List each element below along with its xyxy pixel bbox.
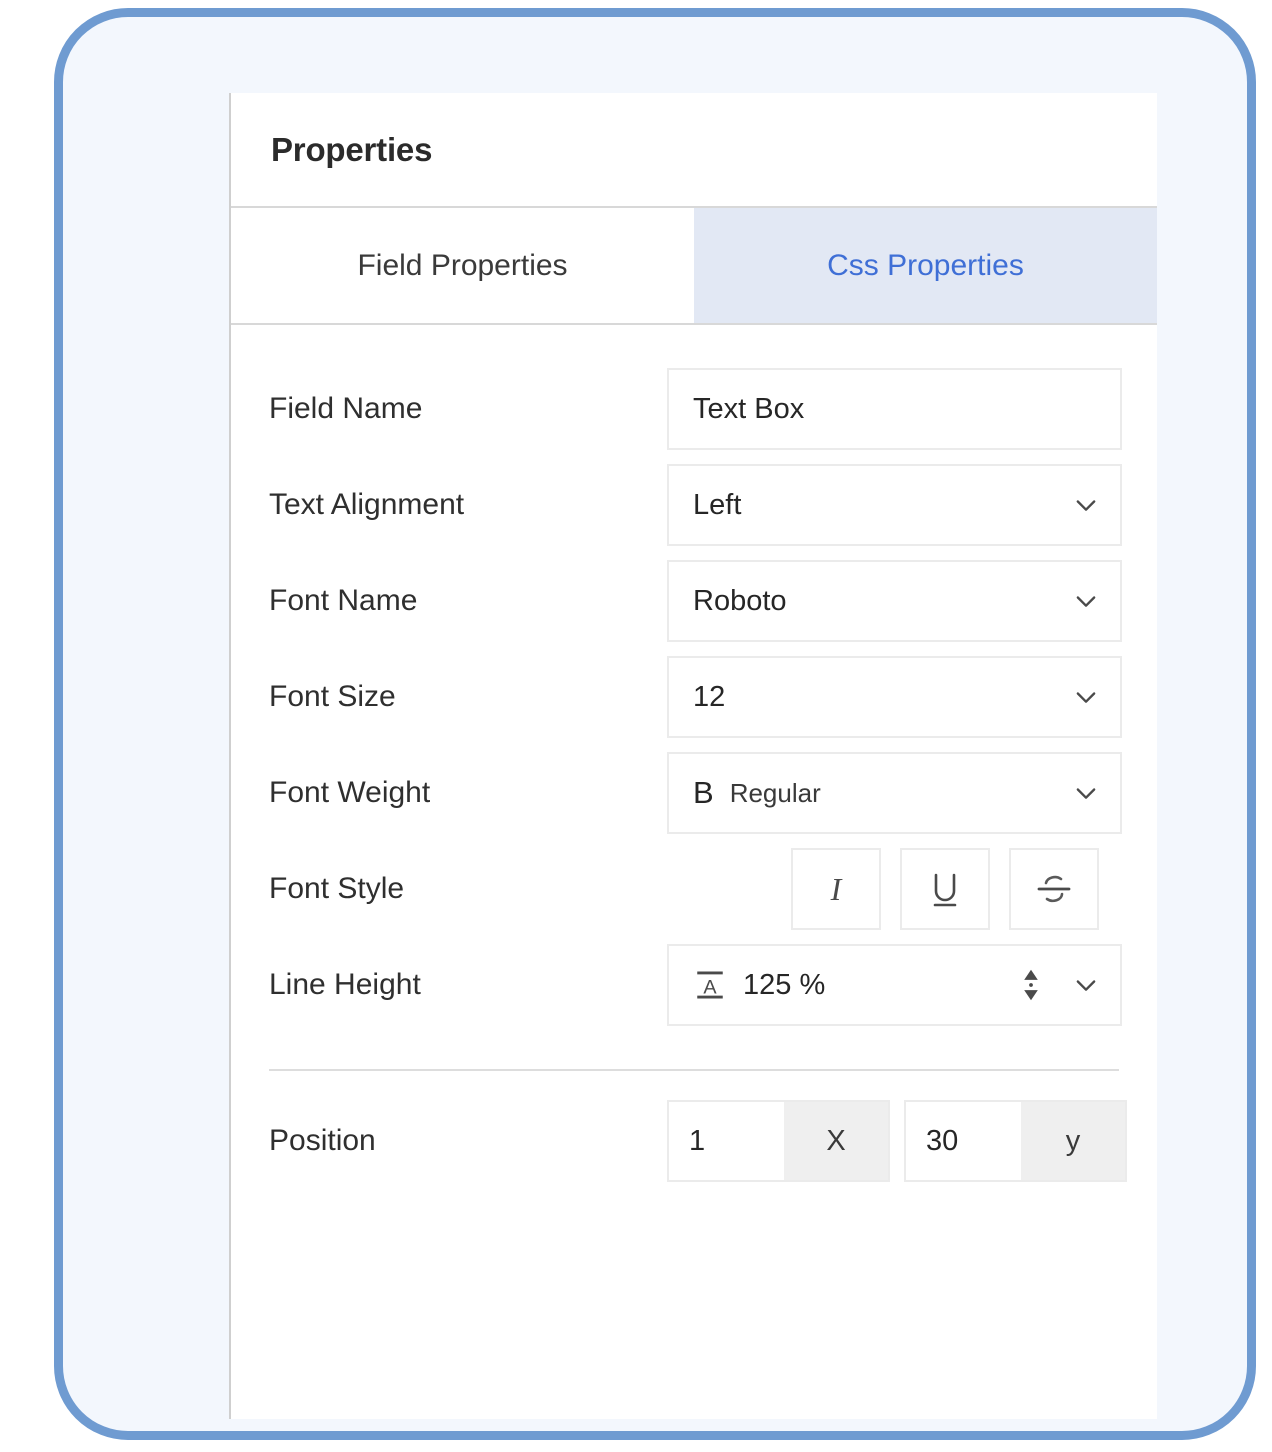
row-font-weight: Font Weight B Regular — [269, 745, 1122, 841]
font-weight-select[interactable]: B Regular — [667, 752, 1122, 834]
font-weight-label: Font Weight — [269, 776, 431, 809]
field-name-input[interactable]: Text Box — [667, 368, 1122, 450]
chevron-down-icon — [1076, 692, 1096, 703]
tab-css-properties[interactable]: Css Properties — [694, 208, 1157, 323]
field-name-control: Text Box — [667, 368, 1122, 450]
chevron-down-icon[interactable] — [1072, 971, 1100, 999]
strikethrough-button[interactable] — [1009, 848, 1099, 930]
position-label: Position — [269, 1124, 376, 1157]
tab-field-properties[interactable]: Field Properties — [231, 208, 694, 323]
font-name-control: Roboto — [667, 560, 1122, 642]
position-control: 1 X 30 y — [667, 1100, 1127, 1182]
stepper-updown-icon[interactable] — [1020, 968, 1042, 1002]
font-weight-value: Regular — [729, 777, 821, 808]
text-alignment-select[interactable]: Left — [667, 464, 1122, 546]
text-alignment-label: Text Alignment — [269, 488, 465, 521]
row-font-style: Font Style I — [269, 841, 1119, 937]
line-height-value: 125 % — [743, 968, 826, 1001]
properties-form: Field Name Text Box Text Alignment Left — [231, 325, 1157, 1189]
font-size-label: Font Size — [269, 680, 396, 713]
tab-field-properties-label: Field Properties — [357, 248, 568, 282]
field-name-value: Text Box — [693, 392, 805, 425]
row-line-height: Line Height A 125 % — [269, 937, 1122, 1033]
svg-text:A: A — [703, 977, 717, 999]
row-font-size: Font Size 12 — [269, 649, 1122, 745]
position-x-field[interactable]: 1 X — [667, 1100, 890, 1182]
position-x-suffix: X — [784, 1102, 888, 1180]
tab-bar: Field Properties Css Properties — [231, 208, 1157, 325]
device-frame: Properties Field Properties Css Properti… — [54, 8, 1256, 1440]
font-size-value: 12 — [693, 680, 726, 713]
font-size-control: 12 — [667, 656, 1122, 738]
position-y-field[interactable]: 30 y — [904, 1100, 1127, 1182]
underline-icon — [933, 873, 957, 907]
line-height-label: Line Height — [269, 968, 421, 1001]
tab-css-properties-label: Css Properties — [827, 248, 1024, 282]
row-font-name: Font Name Roboto — [269, 553, 1122, 649]
font-size-select[interactable]: 12 — [667, 656, 1122, 738]
properties-panel: Properties Field Properties Css Properti… — [229, 93, 1157, 1419]
text-alignment-control: Left — [667, 464, 1122, 546]
chevron-down-icon — [1076, 500, 1096, 511]
font-name-value: Roboto — [693, 584, 787, 617]
position-x-value: 1 — [689, 1124, 706, 1157]
field-name-label: Field Name — [269, 392, 423, 425]
row-text-alignment: Text Alignment Left — [269, 457, 1122, 553]
bold-icon: B — [693, 775, 714, 810]
chevron-down-icon — [1076, 596, 1096, 607]
position-y-suffix: y — [1021, 1102, 1125, 1180]
section-divider — [269, 1069, 1119, 1071]
font-weight-control: B Regular — [667, 752, 1122, 834]
font-style-label: Font Style — [269, 872, 405, 905]
page-title: Properties — [271, 130, 433, 168]
panel-header: Properties — [231, 93, 1157, 208]
text-alignment-value: Left — [693, 488, 742, 521]
underline-button[interactable] — [900, 848, 990, 930]
line-height-control: A 125 % — [667, 944, 1122, 1026]
font-style-button-group: I — [791, 848, 1099, 930]
font-name-select[interactable]: Roboto — [667, 560, 1122, 642]
row-field-name: Field Name Text Box — [269, 361, 1122, 457]
row-position: Position 1 X 30 y — [269, 1093, 1127, 1189]
font-name-label: Font Name — [269, 584, 418, 617]
font-style-control: I — [667, 848, 1119, 930]
line-height-icon: A — [697, 971, 723, 999]
line-height-input[interactable]: A 125 % — [667, 944, 1122, 1026]
italic-button[interactable]: I — [791, 848, 881, 930]
chevron-down-icon — [1076, 788, 1096, 799]
position-y-value: 30 — [926, 1124, 959, 1157]
italic-icon: I — [830, 870, 842, 907]
position-input-group: 1 X 30 y — [667, 1100, 1127, 1182]
strikethrough-icon — [1037, 875, 1071, 903]
